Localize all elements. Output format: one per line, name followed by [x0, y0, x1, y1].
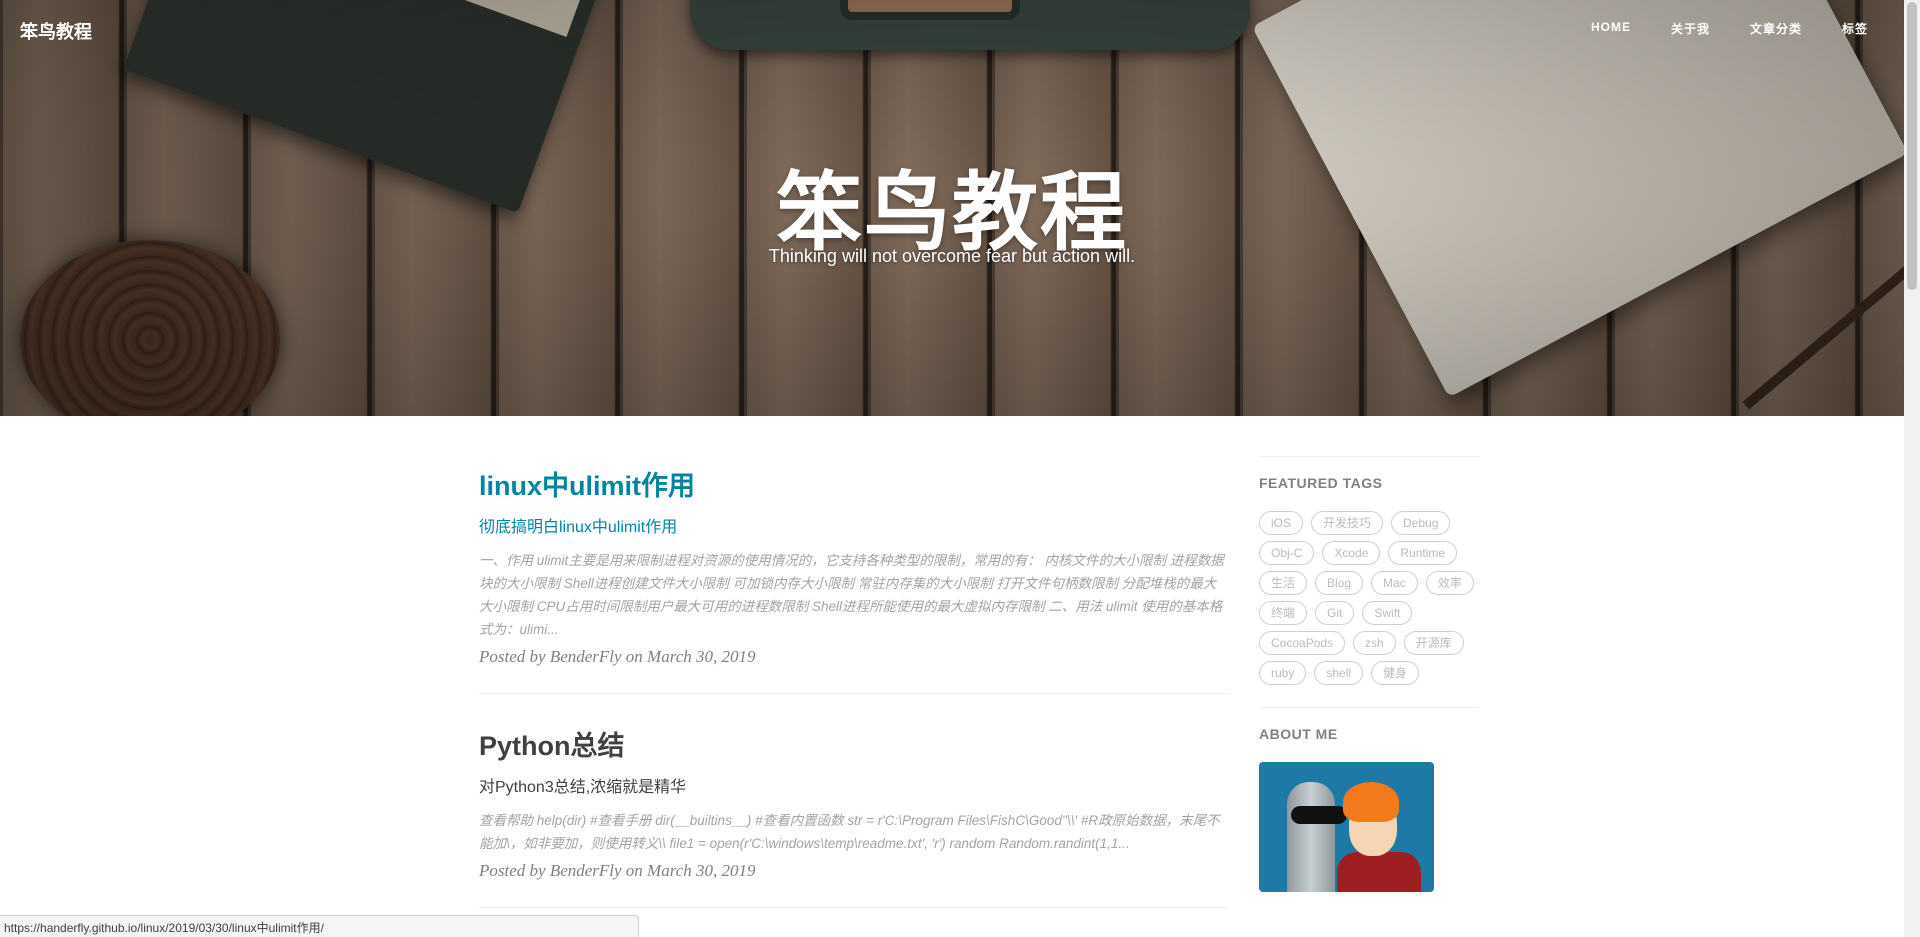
tag-swift[interactable]: Swift — [1362, 601, 1413, 625]
sidebar: FEATURED TAGS iOS 开发技巧 Debug Obj-C Xcode… — [1259, 456, 1479, 892]
tag-life[interactable]: 生活 — [1259, 571, 1308, 595]
post-meta: Posted by BenderFly on March 30, 2019 — [479, 647, 756, 666]
tag-terminal[interactable]: 终端 — [1259, 601, 1308, 625]
tag-shell[interactable]: shell — [1314, 661, 1364, 685]
post-subtitle-link[interactable]: 对Python3总结,浓缩就是精华 — [479, 773, 1229, 797]
nav-link-about[interactable]: 关于我 — [1671, 20, 1710, 37]
tag-fitness[interactable]: 健身 — [1371, 661, 1420, 685]
avatar — [1259, 762, 1434, 892]
nav-link-tags[interactable]: 标签 — [1842, 20, 1868, 37]
post-excerpt[interactable]: 查看帮助 help(dir) #查看手册 dir(__builtins__) #… — [479, 809, 1229, 855]
scrollbar-thumb[interactable] — [1907, 2, 1917, 290]
about-me-heading: ABOUT ME — [1259, 726, 1338, 742]
tag-xcode[interactable]: Xcode — [1322, 541, 1381, 565]
hero-header: 笨鸟教程 Thinking will not overcome fear but… — [0, 0, 1904, 416]
post-title-link[interactable]: linux中ulimit作用 — [479, 464, 1229, 503]
nav-menu: HOME 关于我 文章分类 标签 — [1591, 20, 1868, 37]
post-preview: linux中ulimit作用 彻底搞明白linux中ulimit作用 一、作用 … — [479, 416, 1229, 694]
tag-blog[interactable]: Blog — [1315, 571, 1364, 595]
nav-link-categories[interactable]: 文章分类 — [1750, 20, 1802, 37]
avatar-person-jacket — [1337, 852, 1421, 892]
sidebar-divider — [1259, 456, 1479, 457]
post-list: linux中ulimit作用 彻底搞明白linux中ulimit作用 一、作用 … — [479, 416, 1229, 908]
tag-dev-tips[interactable]: 开发技巧 — [1311, 511, 1384, 535]
brand-link[interactable]: 笨鸟教程 — [20, 18, 92, 44]
tag-mac[interactable]: Mac — [1371, 571, 1418, 595]
page-scrollbar[interactable] — [1904, 0, 1920, 937]
tag-git[interactable]: Git — [1315, 601, 1355, 625]
sidebar-divider — [1259, 707, 1479, 708]
about-section: ABOUT ME — [1259, 707, 1479, 892]
tag-debug[interactable]: Debug — [1391, 511, 1451, 535]
post-subtitle-link[interactable]: 彻底搞明白linux中ulimit作用 — [479, 513, 1229, 537]
tag-open-source[interactable]: 开源库 — [1403, 631, 1464, 655]
post-title-link[interactable]: Python总结 — [479, 724, 1229, 763]
tag-zsh[interactable]: zsh — [1353, 631, 1396, 655]
avatar-robot-figure — [1287, 782, 1335, 892]
nav-link-home[interactable]: HOME — [1591, 20, 1631, 37]
status-bar-url: https://handerfly.github.io/linux/2019/0… — [0, 915, 639, 937]
avatar-robot-visor — [1291, 806, 1347, 824]
tag-runtime[interactable]: Runtime — [1388, 541, 1458, 565]
site-subtitle: Thinking will not overcome fear but acti… — [768, 246, 1136, 266]
featured-tags-heading: FEATURED TAGS — [1259, 475, 1383, 491]
featured-tags: iOS 开发技巧 Debug Obj-C Xcode Runtime 生活 Bl… — [1259, 511, 1479, 685]
post-meta: Posted by BenderFly on March 30, 2019 — [479, 861, 756, 880]
tag-objc[interactable]: Obj-C — [1259, 541, 1315, 565]
tag-ruby[interactable]: ruby — [1259, 661, 1307, 685]
post-excerpt[interactable]: 一、作用 ulimit主要是用来限制进程对资源的使用情况的，它支持各种类型的限制… — [479, 549, 1229, 641]
avatar-person-hair — [1343, 782, 1399, 822]
tag-efficiency[interactable]: 效率 — [1425, 571, 1474, 595]
post-preview: Python总结 对Python3总结,浓缩就是精华 查看帮助 help(dir… — [479, 694, 1229, 908]
tag-ios[interactable]: iOS — [1259, 511, 1304, 535]
tag-cocoapods[interactable]: CocoaPods — [1259, 631, 1346, 655]
